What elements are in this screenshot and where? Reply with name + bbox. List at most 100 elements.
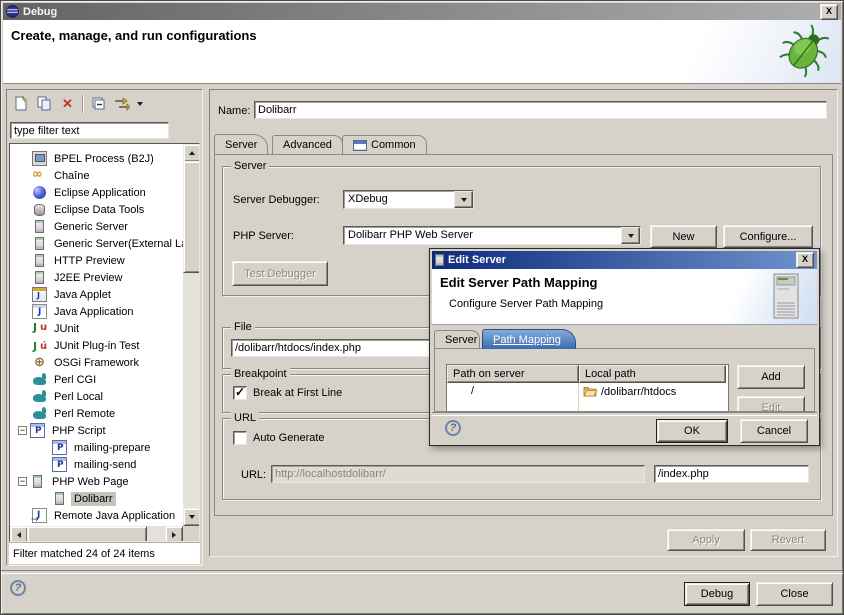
- close-button[interactable]: Close: [756, 582, 833, 606]
- server-debugger-select[interactable]: XDebug: [343, 190, 474, 209]
- dialog-button-bar: ? OK Cancel: [432, 412, 817, 443]
- configure-server-button[interactable]: Configure...: [723, 225, 813, 248]
- scroll-right-button[interactable]: [165, 526, 183, 542]
- auto-generate-checkbox[interactable]: [233, 431, 247, 445]
- window-titlebar[interactable]: Debug X: [3, 3, 841, 20]
- duplicate-configuration-button[interactable]: [33, 93, 56, 114]
- vertical-scroll-thumb[interactable]: [183, 161, 200, 273]
- dialog-tab-path-mapping[interactable]: Path Mapping: [482, 329, 576, 349]
- filter-launch-configurations-button[interactable]: [110, 93, 133, 114]
- tree-item-chaine[interactable]: Chaîne: [12, 167, 92, 184]
- arrow-down-icon: [189, 515, 195, 519]
- tree-horizontal-scrollbar[interactable]: [10, 526, 183, 541]
- eclipse-application-icon: [33, 186, 46, 199]
- edit-server-titlebar[interactable]: Edit Server X: [432, 251, 817, 269]
- collapse-expander-icon[interactable]: [18, 426, 27, 435]
- tree-item-php-script[interactable]: PHP Script: [12, 422, 109, 439]
- url-path-input[interactable]: [654, 465, 809, 483]
- auto-generate-label: Auto Generate: [253, 432, 325, 444]
- tree-item-mailing-send[interactable]: mailing-send: [12, 456, 139, 473]
- filter-icon: [114, 97, 130, 111]
- php-script-icon: [52, 457, 67, 472]
- help-icon[interactable]: ?: [10, 580, 26, 596]
- edit-mapping-button[interactable]: Edit: [737, 396, 805, 412]
- dialog-help-icon[interactable]: ?: [445, 420, 461, 436]
- add-mapping-button[interactable]: Add: [737, 365, 805, 389]
- server-icon: [33, 475, 42, 488]
- dropdown-arrow-icon[interactable]: [621, 227, 640, 244]
- tree-item-junit-plugin-test[interactable]: JUnit Plug-in Test: [12, 337, 142, 354]
- configurations-tree: BPEL Process (B2J) Chaîne Eclipse Applic…: [9, 143, 200, 542]
- tree-item-java-applet[interactable]: Java Applet: [12, 286, 114, 303]
- debug-button[interactable]: Debug: [684, 582, 750, 606]
- server-icon: [35, 254, 44, 267]
- tree-vertical-scrollbar[interactable]: [183, 144, 199, 526]
- toolbar-menu-dropdown[interactable]: [133, 93, 146, 114]
- test-debugger-button[interactable]: Test Debugger: [232, 261, 328, 286]
- tree-item-mailing-prepare[interactable]: mailing-prepare: [12, 439, 153, 456]
- java-applet-icon: [32, 287, 47, 302]
- tree-item-osgi-framework[interactable]: OSGi Framework: [12, 354, 142, 371]
- tree-item-j2ee-preview[interactable]: J2EE Preview: [12, 269, 125, 286]
- window-title: Debug: [23, 6, 57, 18]
- tree-item-perl-cgi[interactable]: Perl CGI: [12, 371, 99, 388]
- php-server-select[interactable]: Dolibarr PHP Web Server: [343, 226, 641, 245]
- scroll-left-button[interactable]: [10, 526, 28, 542]
- server-tower-icon: [772, 273, 802, 320]
- tab-common[interactable]: Common: [342, 135, 427, 154]
- server-icon: [35, 220, 44, 233]
- ok-button[interactable]: OK: [656, 419, 728, 443]
- tree-item-remote-java-application[interactable]: Remote Java Application: [12, 507, 178, 524]
- osgi-framework-icon: [32, 355, 47, 370]
- tree-item-java-application[interactable]: Java Application: [12, 303, 137, 320]
- window-close-button[interactable]: X: [820, 4, 838, 20]
- apply-button[interactable]: Apply: [667, 529, 745, 551]
- arrow-right-icon: [172, 532, 176, 538]
- scrollbar-corner: [183, 526, 199, 541]
- tree-item-bpel-process[interactable]: BPEL Process (B2J): [12, 150, 157, 167]
- column-header-path-on-server[interactable]: Path on server: [447, 365, 579, 383]
- tree-item-generic-server-external[interactable]: Generic Server(External La: [12, 235, 190, 252]
- junit-plugin-test-icon: [32, 338, 47, 353]
- dropdown-arrow-icon[interactable]: [454, 191, 473, 208]
- banner-heading: Create, manage, and run configurations: [11, 28, 257, 43]
- footer-separator: [1, 570, 843, 574]
- tree-item-junit[interactable]: JUnit: [12, 320, 82, 337]
- tree-item-perl-remote[interactable]: Perl Remote: [12, 405, 118, 422]
- tree-item-php-web-page[interactable]: PHP Web Page: [12, 473, 132, 490]
- break-at-first-line-label: Break at First Line: [253, 387, 342, 399]
- path-mapping-row[interactable]: / /dolibarr/htdocs: [447, 383, 728, 400]
- svg-text:+: +: [22, 96, 27, 105]
- tree-item-perl-local[interactable]: Perl Local: [12, 388, 106, 405]
- edit-server-dialog: Edit Server X Edit Server Path Mapping C…: [429, 248, 820, 446]
- new-server-button[interactable]: New: [650, 225, 717, 248]
- horizontal-scroll-thumb[interactable]: [27, 526, 147, 542]
- tree-item-eclipse-application[interactable]: Eclipse Application: [12, 184, 149, 201]
- tree-item-eclipse-data-tools[interactable]: Eclipse Data Tools: [12, 201, 147, 218]
- php-script-icon: [52, 440, 67, 455]
- scroll-down-button[interactable]: [183, 508, 200, 526]
- edit-server-close-button[interactable]: X: [796, 252, 814, 268]
- dialog-tab-server[interactable]: Server: [434, 330, 480, 348]
- sidebar-toolbar: + ✕: [10, 92, 146, 115]
- collapse-expander-icon[interactable]: [18, 477, 27, 486]
- scroll-up-button[interactable]: [183, 144, 200, 162]
- path-mapping-table[interactable]: Path on server Local path / /dolibarr/ht…: [446, 364, 729, 412]
- php-script-icon: [30, 423, 45, 438]
- cancel-button[interactable]: Cancel: [740, 419, 808, 443]
- tab-advanced[interactable]: Advanced: [272, 135, 343, 154]
- tree-item-http-preview[interactable]: HTTP Preview: [12, 252, 128, 269]
- filter-input[interactable]: [10, 122, 169, 139]
- collapse-all-button[interactable]: [87, 93, 110, 114]
- configuration-name-input[interactable]: [254, 101, 827, 119]
- break-at-first-line-checkbox[interactable]: [233, 386, 247, 400]
- bpel-process-icon: [32, 151, 47, 166]
- new-configuration-button[interactable]: +: [10, 93, 33, 114]
- tree-item-dolibarr[interactable]: Dolibarr: [12, 490, 116, 507]
- server-icon: [35, 237, 44, 250]
- tree-item-generic-server[interactable]: Generic Server: [12, 218, 131, 235]
- tab-server[interactable]: Server: [214, 134, 268, 154]
- column-header-local-path[interactable]: Local path: [579, 365, 726, 383]
- revert-button[interactable]: Revert: [750, 529, 826, 551]
- delete-configuration-button[interactable]: ✕: [56, 93, 79, 114]
